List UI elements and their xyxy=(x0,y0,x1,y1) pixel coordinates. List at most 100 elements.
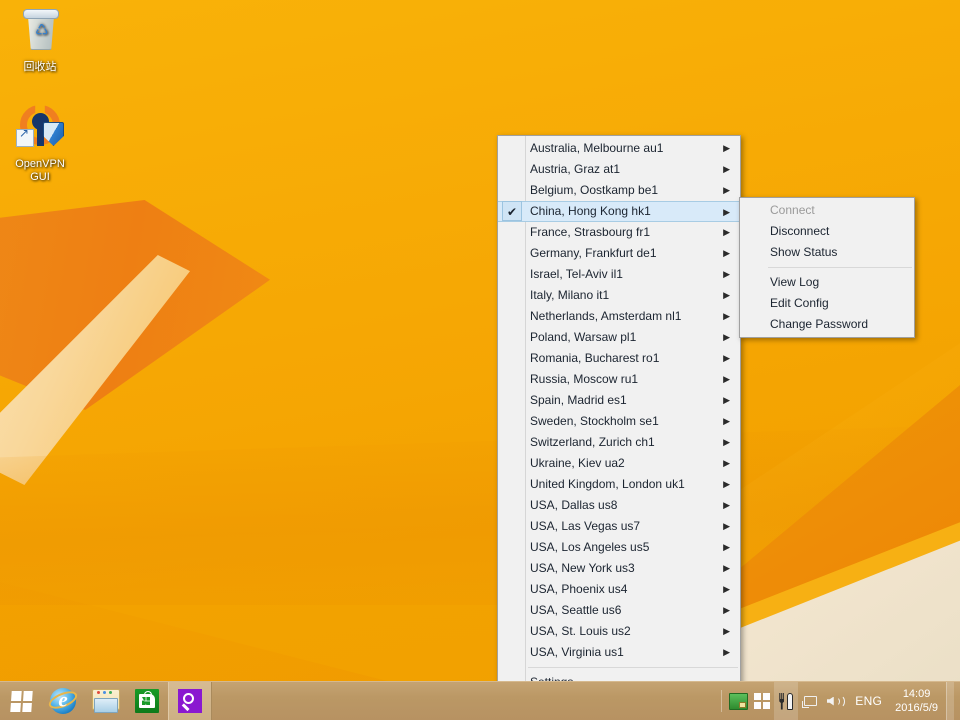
action-menu-item: Connect xyxy=(740,200,914,221)
submenu-arrow-icon: ▶ xyxy=(723,437,730,447)
server-menu-item-label: Russia, Moscow ru1 xyxy=(530,372,639,386)
submenu-arrow-icon: ▶ xyxy=(723,395,730,405)
clock[interactable]: 14:09 2016/5/9 xyxy=(891,687,946,715)
server-menu-item-label: Austria, Graz at1 xyxy=(530,162,621,176)
server-menu-item-label: Sweden, Stockholm se1 xyxy=(530,414,659,428)
server-menu-item[interactable]: Israel, Tel-Aviv il1 ▶ xyxy=(498,264,740,285)
server-menu-item[interactable]: Spain, Madrid es1 ▶ xyxy=(498,390,740,411)
action-menu-item[interactable]: View Log xyxy=(740,272,914,293)
server-menu-item[interactable]: United Kingdom, London uk1 ▶ xyxy=(498,474,740,495)
openvpn-connection-submenu[interactable]: Connect Disconnect Show Status View Log Edit… xyxy=(739,197,915,338)
search-app-button[interactable] xyxy=(168,682,212,720)
start-button[interactable] xyxy=(0,682,42,720)
server-menu-item[interactable]: USA, St. Louis us2 ▶ xyxy=(498,621,740,642)
language-indicator[interactable]: ENG xyxy=(846,694,891,708)
submenu-arrow-icon: ▶ xyxy=(723,500,730,510)
windows-tray-icon[interactable] xyxy=(750,682,774,720)
submenu-arrow-icon: ▶ xyxy=(723,626,730,636)
submenu-arrow-icon: ▶ xyxy=(723,269,730,279)
server-menu-item[interactable]: Australia, Melbourne au1 ▶ xyxy=(498,138,740,159)
menu-separator xyxy=(528,667,738,668)
server-menu-item[interactable]: Sweden, Stockholm se1 ▶ xyxy=(498,411,740,432)
submenu-arrow-icon: ▶ xyxy=(723,311,730,321)
desktop-icon-recycle-bin[interactable]: ♺ 回收站 xyxy=(2,8,78,74)
submenu-arrow-icon: ▶ xyxy=(723,605,730,615)
server-menu-item[interactable]: Romania, Bucharest ro1 ▶ xyxy=(498,348,740,369)
submenu-arrow-icon: ▶ xyxy=(723,207,730,217)
submenu-arrow-icon: ▶ xyxy=(723,416,730,426)
server-menu-item[interactable]: Ukraine, Kiev ua2 ▶ xyxy=(498,453,740,474)
server-menu-item-label: USA, St. Louis us2 xyxy=(530,624,631,638)
clock-time: 14:09 xyxy=(902,688,931,700)
server-menu-item[interactable]: Austria, Graz at1 ▶ xyxy=(498,159,740,180)
server-menu-item-label: Ukraine, Kiev ua2 xyxy=(530,456,625,470)
action-menu-item-label: Disconnect xyxy=(770,224,830,238)
file-explorer-button[interactable] xyxy=(84,682,126,720)
server-menu-item[interactable]: Switzerland, Zurich ch1 ▶ xyxy=(498,432,740,453)
checkmark-icon: ✔ xyxy=(502,201,522,221)
submenu-arrow-icon: ▶ xyxy=(723,542,730,552)
server-menu-item-label: Germany, Frankfurt de1 xyxy=(530,246,657,260)
server-menu-item[interactable]: USA, Las Vegas us7 ▶ xyxy=(498,516,740,537)
server-menu-item[interactable]: Russia, Moscow ru1 ▶ xyxy=(498,369,740,390)
action-menu-item[interactable]: Show Status xyxy=(740,242,914,263)
submenu-arrow-icon: ▶ xyxy=(723,479,730,489)
submenu-arrow-icon: ▶ xyxy=(723,248,730,258)
desktop-icon-openvpn-gui[interactable]: OpenVPN GUI xyxy=(2,105,78,184)
server-menu-item[interactable]: Belgium, Oostkamp be1 ▶ xyxy=(498,180,740,201)
recycle-bin-icon: ♺ xyxy=(16,8,64,58)
openvpn-tray-icon[interactable] xyxy=(726,682,750,720)
submenu-arrow-icon: ▶ xyxy=(723,290,730,300)
server-menu-item[interactable]: USA, Phoenix us4 ▶ xyxy=(498,579,740,600)
server-menu-item-label: USA, Las Vegas us7 xyxy=(530,519,641,533)
search-icon xyxy=(178,689,202,713)
taskbar: ENG 14:09 2016/5/9 xyxy=(0,681,960,720)
file-explorer-icon xyxy=(91,689,120,713)
system-tray: ENG 14:09 2016/5/9 xyxy=(717,682,960,720)
server-menu-item-label: USA, New York us3 xyxy=(530,561,635,575)
server-menu-item[interactable]: Poland, Warsaw pl1 ▶ xyxy=(498,327,740,348)
openvpn-gui-tray-icon[interactable] xyxy=(774,682,799,720)
server-menu-item[interactable]: USA, Virginia us1 ▶ xyxy=(498,642,740,663)
windows-flag-icon xyxy=(9,690,33,712)
server-menu-item-label: Netherlands, Amsterdam nl1 xyxy=(530,309,682,323)
server-menu-item[interactable]: ✔ China, Hong Kong hk1 ▶ xyxy=(498,201,740,222)
action-menu-item[interactable]: Disconnect xyxy=(740,221,914,242)
action-menu-item[interactable]: Change Password xyxy=(740,314,914,335)
action-menu-item-label: View Log xyxy=(770,275,820,289)
server-menu-item-label: Belgium, Oostkamp be1 xyxy=(530,183,659,197)
submenu-arrow-icon: ▶ xyxy=(723,164,730,174)
server-menu-item-label: USA, Virginia us1 xyxy=(530,645,624,659)
menu-separator xyxy=(768,267,912,268)
openvpn-gui-icon xyxy=(16,105,64,155)
server-menu-item[interactable]: Netherlands, Amsterdam nl1 ▶ xyxy=(498,306,740,327)
store-icon xyxy=(135,689,159,713)
submenu-arrow-icon: ▶ xyxy=(723,374,730,384)
server-menu-item[interactable]: USA, Los Angeles us5 ▶ xyxy=(498,537,740,558)
show-desktop-button[interactable] xyxy=(946,682,954,720)
server-menu-item[interactable]: USA, Dallas us8 ▶ xyxy=(498,495,740,516)
server-menu-item-label: Italy, Milano it1 xyxy=(530,288,610,302)
desktop-wallpaper xyxy=(0,0,960,720)
server-menu-item-label: Romania, Bucharest ro1 xyxy=(530,351,660,365)
action-menu-item-label: Connect xyxy=(770,203,815,217)
server-menu-item[interactable]: USA, New York us3 ▶ xyxy=(498,558,740,579)
network-tray-icon[interactable] xyxy=(798,682,822,720)
openvpn-server-context-menu[interactable]: Australia, Melbourne au1 ▶ Austria, Graz a… xyxy=(497,135,741,717)
server-menu-item-label: Australia, Melbourne au1 xyxy=(530,141,664,155)
server-menu-item-label: USA, Dallas us8 xyxy=(530,498,618,512)
action-menu-item-label: Edit Config xyxy=(770,296,829,310)
server-menu-item[interactable]: Germany, Frankfurt de1 ▶ xyxy=(498,243,740,264)
server-menu-item[interactable]: Italy, Milano it1 ▶ xyxy=(498,285,740,306)
submenu-arrow-icon: ▶ xyxy=(723,227,730,237)
server-menu-item[interactable]: France, Strasbourg fr1 ▶ xyxy=(498,222,740,243)
action-menu-item[interactable]: Edit Config xyxy=(740,293,914,314)
desktop: ♺ 回收站 OpenVPN GUI Australia, Melbourne a… xyxy=(0,0,960,720)
internet-explorer-button[interactable] xyxy=(42,682,84,720)
server-menu-item-label: Spain, Madrid es1 xyxy=(530,393,627,407)
store-button[interactable] xyxy=(126,682,168,720)
server-menu-item[interactable]: USA, Seattle us6 ▶ xyxy=(498,600,740,621)
volume-tray-icon[interactable] xyxy=(822,682,846,720)
submenu-arrow-icon: ▶ xyxy=(723,647,730,657)
server-menu-item-label: USA, Seattle us6 xyxy=(530,603,622,617)
